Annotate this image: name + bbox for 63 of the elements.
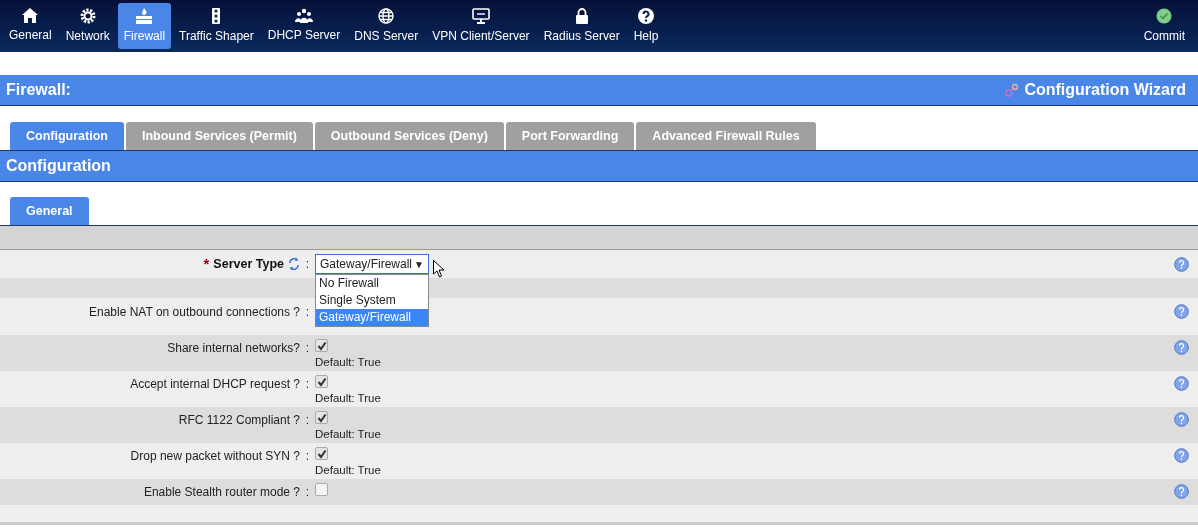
- home-icon: [22, 8, 39, 23]
- default-value-note: Default: True: [315, 463, 382, 478]
- people-group-icon: [295, 8, 313, 23]
- field-label: Enable NAT on outbound connections ?: [88, 304, 300, 321]
- padlock-icon: [574, 7, 589, 24]
- check-circle-icon: [1156, 7, 1173, 24]
- checkbox[interactable]: [315, 483, 328, 496]
- server-type-dropdown[interactable]: Gateway/Firewall ▼: [315, 254, 429, 274]
- nav-tab[interactable]: Traffic Shaper: [173, 3, 260, 49]
- separator-colon: :: [304, 340, 311, 357]
- dropdown-option[interactable]: No Firewall: [316, 275, 428, 292]
- default-value-note: Default: True: [315, 355, 382, 370]
- field-label: Share internal networks?: [167, 340, 300, 357]
- help-icon[interactable]: [1174, 484, 1189, 499]
- dropdown-option[interactable]: Gateway/Firewall: [316, 309, 428, 326]
- globe-icon: [378, 7, 395, 24]
- separator-colon: :: [304, 412, 311, 429]
- separator-colon: :: [304, 484, 311, 501]
- field-label: Server Type: [213, 255, 284, 273]
- dropdown-option[interactable]: Single System: [316, 292, 428, 309]
- monitor-icon: [471, 7, 490, 24]
- refresh-icon[interactable]: [288, 257, 300, 271]
- separator-colon: :: [304, 304, 311, 321]
- field-label: Enable Stealth router mode ?: [143, 484, 300, 501]
- checkbox[interactable]: [315, 339, 328, 352]
- default-value-note: Default: True: [315, 427, 382, 442]
- help-icon[interactable]: [1174, 376, 1189, 391]
- help-icon[interactable]: [1174, 257, 1189, 272]
- help-icon[interactable]: [1174, 304, 1189, 319]
- field-label: RFC 1122 Compliant ?: [178, 412, 300, 429]
- checkbox[interactable]: [315, 375, 328, 388]
- nav-tab[interactable]: General: [3, 3, 58, 49]
- section-title: Configuration: [6, 156, 111, 176]
- separator-colon: :: [304, 376, 311, 393]
- nav-tab[interactable]: Firewall: [117, 3, 172, 49]
- configuration-wizard-link[interactable]: Configuration Wizard: [1005, 78, 1192, 102]
- commit-button[interactable]: Commit: [1133, 3, 1195, 49]
- nav-tab[interactable]: DHCP Server: [261, 3, 347, 49]
- tab[interactable]: Configuration: [10, 122, 124, 150]
- traffic-light-icon: [210, 7, 223, 24]
- nav-tab[interactable]: Help: [627, 3, 665, 49]
- required-asterisk: *: [203, 253, 210, 274]
- separator-colon: :: [304, 256, 311, 273]
- help-icon: [638, 7, 654, 24]
- checkbox[interactable]: [315, 411, 328, 424]
- default-value-note: Default: True: [315, 391, 382, 406]
- separator-colon: :: [304, 448, 311, 465]
- nav-tab[interactable]: Network: [59, 3, 116, 49]
- field-label: Drop new packet without SYN ?: [130, 448, 300, 465]
- help-icon[interactable]: [1174, 448, 1189, 463]
- nav-tab[interactable]: VPN Client/Server: [426, 3, 536, 49]
- help-icon[interactable]: [1174, 412, 1189, 427]
- link-icon: [1005, 83, 1020, 97]
- brick-wall-icon: [136, 7, 153, 24]
- gear-icon: [79, 7, 96, 24]
- field-label: Accept internal DHCP request ?: [130, 376, 300, 393]
- tab[interactable]: General: [10, 197, 89, 225]
- checkbox[interactable]: [315, 447, 328, 460]
- help-icon[interactable]: [1174, 340, 1189, 355]
- nav-tab[interactable]: Radius Server: [537, 3, 626, 49]
- page-title: Firewall:: [6, 80, 71, 100]
- nav-tab[interactable]: DNS Server: [348, 3, 425, 49]
- mouse-cursor-icon: [433, 260, 445, 278]
